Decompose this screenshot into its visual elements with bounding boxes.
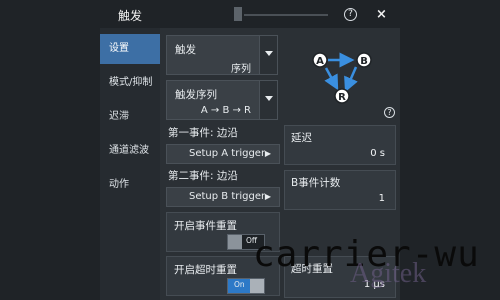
sidebar-item-mode-holdoff[interactable]: 模式/抑制 — [100, 68, 160, 98]
chevron-right-icon: ▶ — [264, 192, 271, 201]
node-b-label: B — [360, 56, 368, 67]
diagram-help-icon[interactable]: ? — [384, 107, 395, 118]
drag-handle[interactable] — [234, 7, 242, 21]
sidebar-item-settings[interactable]: 设置 — [100, 34, 160, 64]
b-event-count-field[interactable]: B事件计数 1 — [284, 170, 396, 210]
trigger-sequence-dropdown[interactable]: 触发序列 A → B → R — [166, 80, 278, 120]
trigger-type-value: 序列 — [231, 64, 251, 75]
b-event-count-label: B事件计数 — [291, 177, 341, 189]
sidebar-item-actions[interactable]: 动作 — [100, 170, 160, 200]
setup-a-trigger-button[interactable]: Setup A trigger ▶ — [166, 144, 280, 164]
sidebar: 设置 模式/抑制 迟滞 通道滤波 动作 — [100, 28, 160, 300]
setup-b-trigger-button[interactable]: Setup B trigger ▶ — [166, 187, 280, 207]
event-reset-label: 开启事件重置 — [174, 220, 237, 232]
help-icon[interactable]: ? — [344, 8, 357, 21]
sidebar-item-hysteresis[interactable]: 迟滞 — [100, 102, 160, 132]
delay-value: 0 s — [370, 148, 385, 159]
chevron-down-icon[interactable] — [259, 81, 277, 119]
b-event-count-value: 1 — [378, 193, 385, 204]
close-icon[interactable]: × — [376, 7, 387, 22]
sequence-diagram: A B R — [312, 52, 372, 104]
first-event-label: 第一事件: 边沿 — [168, 127, 238, 139]
trigger-sequence-label: 触发序列 — [175, 89, 217, 101]
toggle-knob — [250, 279, 264, 293]
timeout-reset-state: On — [234, 280, 245, 289]
node-a-label: A — [316, 56, 324, 67]
dialog-titlebar: 触发 ? × — [0, 0, 500, 28]
trigger-sequence-value: A → B → R — [200, 105, 251, 116]
trigger-type-dropdown[interactable]: 触发 序列 — [166, 35, 278, 75]
timeout-reset-label: 开启超时重置 — [174, 264, 237, 276]
delay-label: 延迟 — [291, 132, 312, 144]
chevron-right-icon: ▶ — [264, 149, 271, 158]
setup-a-trigger-label: Setup A trigger — [189, 148, 266, 159]
dialog-title: 触发 — [118, 9, 143, 23]
timeout-reset-toggle[interactable]: On — [227, 278, 265, 294]
second-event-label: 第二事件: 边沿 — [168, 170, 238, 182]
toggle-knob — [228, 235, 242, 249]
watermark-agitek: Agitek — [350, 258, 427, 289]
trigger-type-label: 触发 — [175, 44, 196, 56]
node-r-label: R — [338, 92, 346, 103]
delay-field[interactable]: 延迟 0 s — [284, 125, 396, 165]
chevron-down-icon[interactable] — [259, 36, 277, 74]
setup-b-trigger-label: Setup B trigger — [189, 191, 266, 202]
arrow-a-to-r — [324, 67, 339, 91]
arrow-b-to-r — [344, 66, 358, 93]
drag-track — [244, 14, 328, 16]
sidebar-item-channel-filter[interactable]: 通道滤波 — [100, 136, 160, 166]
